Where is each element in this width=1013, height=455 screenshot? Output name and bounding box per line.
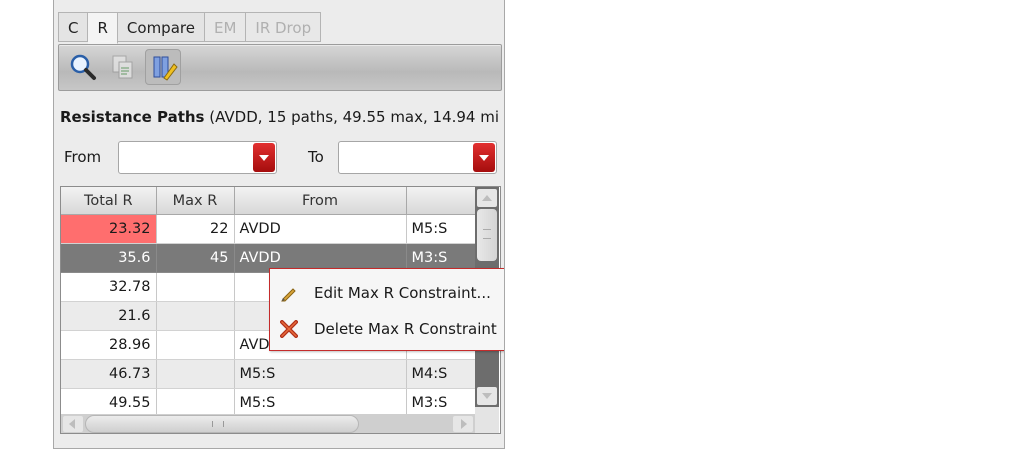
cell-max-r: [156, 359, 235, 389]
cell-total-r: 46.73: [61, 359, 157, 389]
heading-title: Resistance Paths: [60, 108, 205, 126]
resistance-paths-heading: Resistance Paths (AVDD, 15 paths, 49.55 …: [60, 108, 499, 126]
search-button[interactable]: [65, 49, 101, 85]
scroll-down-arrow-icon[interactable]: [477, 387, 497, 405]
table-header-row: Total R Max R From: [61, 187, 476, 215]
resistance-panel: C R Compare EM IR Drop Resistance Paths …: [53, 0, 505, 449]
column-header-from[interactable]: From: [234, 187, 407, 215]
copy-document-icon: [112, 55, 133, 79]
vertical-scroll-thumb[interactable]: [477, 209, 497, 261]
cell-max-r: 45: [156, 243, 235, 273]
cell-from: M5:S: [234, 359, 407, 389]
tab-bar: C R Compare EM IR Drop: [58, 12, 322, 44]
toolbar: [58, 44, 502, 91]
column-edit-icon: [153, 56, 178, 81]
tab-compare[interactable]: Compare: [117, 12, 205, 42]
menu-item-label: Delete Max R Constraint: [314, 320, 497, 338]
scroll-up-arrow-icon[interactable]: [477, 189, 497, 207]
cell-max-r: [156, 301, 235, 331]
delete-x-icon: [280, 320, 298, 338]
cell-to: M4:S: [406, 359, 476, 389]
menu-item-edit-max-r[interactable]: Edit Max R Constraint...: [270, 276, 504, 310]
copy-button[interactable]: [105, 49, 141, 85]
horizontal-scroll-thumb[interactable]: [85, 415, 359, 433]
cell-to: M5:S: [406, 214, 476, 244]
cell-total-r: 21.6: [61, 301, 157, 331]
column-header-total-r[interactable]: Total R: [61, 187, 157, 215]
chevron-down-icon[interactable]: [473, 143, 495, 172]
cell-total-r: 35.6: [61, 243, 157, 273]
cell-total-r: 23.32: [61, 214, 157, 244]
heading-detail: (AVDD, 15 paths, 49.55 max, 14.94 mi: [204, 108, 500, 126]
chevron-down-icon[interactable]: [253, 143, 275, 172]
column-header-to[interactable]: [406, 187, 476, 215]
context-menu: Edit Max R Constraint... Delete Max R Co…: [269, 268, 504, 351]
cell-total-r: 32.78: [61, 272, 157, 302]
menu-item-label: Edit Max R Constraint...: [314, 284, 491, 302]
scroll-left-arrow-icon[interactable]: [63, 416, 83, 432]
table-row[interactable]: 23.32 22 AVDD M5:S: [61, 214, 476, 244]
pencil-icon: [281, 288, 296, 302]
scrollbar-corner: [475, 407, 499, 433]
tab-em[interactable]: EM: [204, 12, 247, 42]
tab-c[interactable]: C: [58, 12, 89, 42]
cell-max-r: [156, 272, 235, 302]
menu-item-delete-max-r[interactable]: Delete Max R Constraint: [270, 312, 504, 346]
tab-r[interactable]: R: [88, 12, 118, 44]
column-header-max-r[interactable]: Max R: [156, 187, 235, 215]
from-label: From: [64, 148, 102, 166]
cell-from: AVDD: [234, 214, 407, 244]
to-combobox[interactable]: [338, 141, 497, 174]
cell-max-r: [156, 330, 235, 360]
from-combobox[interactable]: [118, 141, 277, 174]
edit-columns-button[interactable]: [145, 49, 181, 85]
magnifier-icon: [70, 54, 96, 80]
horizontal-scrollbar[interactable]: [61, 414, 475, 433]
cell-max-r: 22: [156, 214, 235, 244]
scroll-right-arrow-icon[interactable]: [453, 416, 473, 432]
to-label: To: [308, 148, 324, 166]
cell-total-r: 28.96: [61, 330, 157, 360]
tab-ir-drop[interactable]: IR Drop: [246, 12, 322, 42]
table-row[interactable]: 46.73 M5:S M4:S: [61, 359, 476, 389]
